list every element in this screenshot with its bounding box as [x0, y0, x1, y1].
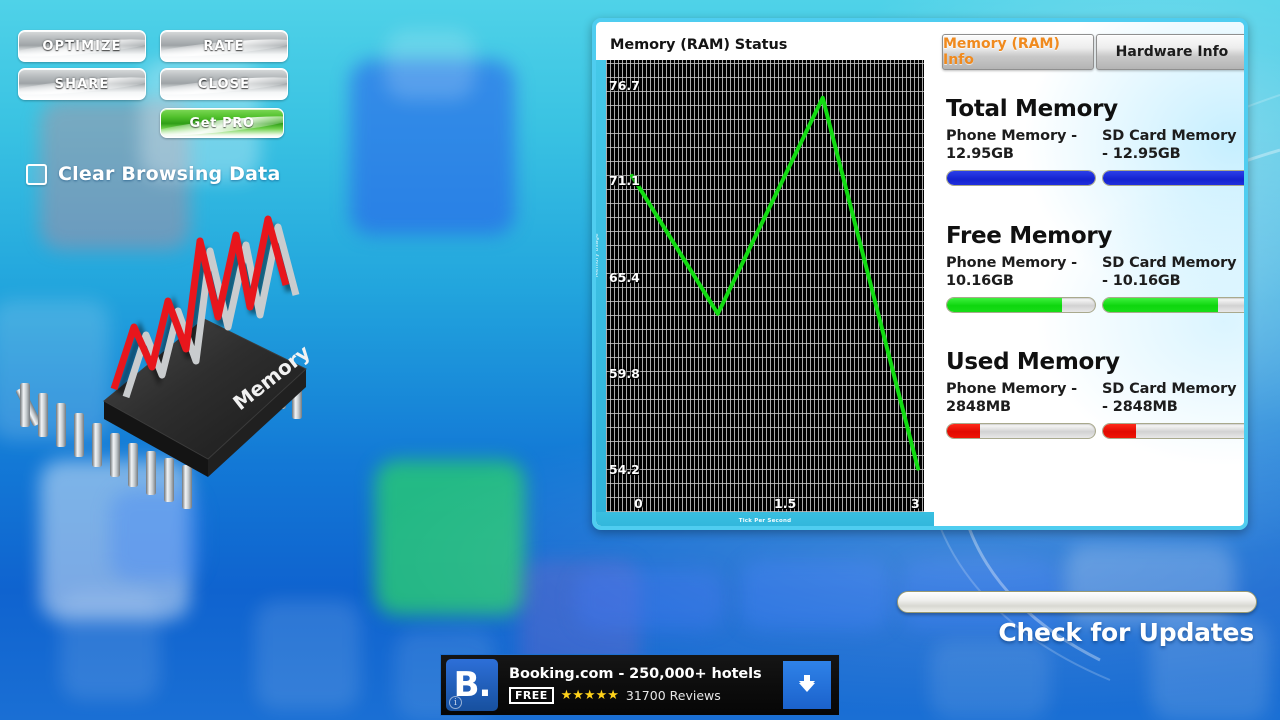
phone-memory-value: 12.95GB	[946, 145, 1014, 162]
booking-app-icon: B. i	[446, 659, 498, 711]
tab-memory-ram-info-label: Memory (RAM) Info	[943, 36, 1060, 68]
sd-card-memory-bar	[1102, 297, 1244, 314]
chart-line-series	[630, 95, 920, 471]
optimize-button-label: OPTIMIZE	[42, 38, 122, 54]
chart-x-tick: 3	[911, 496, 920, 511]
close-button-label: CLOSE	[197, 76, 251, 92]
ad-free-badge: FREE	[509, 687, 554, 704]
clear-browsing-data-row[interactable]: Clear Browsing Data	[26, 163, 280, 185]
phone-memory-value: 2848MB	[946, 398, 1011, 415]
chart-plot-area[interactable]: 76.7 71.1 65.4 59.8 54.2 0 1.5 3	[606, 60, 924, 512]
phone-memory-column: Phone Memory - 2848MB	[946, 381, 1096, 440]
section-total-memory: Total Memory Phone Memory - 12.95GB SD C…	[946, 96, 1244, 187]
section-used-memory: Used Memory Phone Memory - 2848MB SD Car…	[946, 349, 1244, 440]
sd-card-memory-value: - 2848MB	[1102, 398, 1178, 415]
ad-title: Booking.com - 250,000+ hotels	[509, 666, 762, 682]
memory-status-card: Memory (RAM) Status Memory Usage 76.7 71…	[592, 18, 1248, 530]
phone-memory-bar	[946, 170, 1096, 187]
phone-memory-value: 10.16GB	[946, 272, 1014, 289]
phone-memory-bar	[946, 423, 1096, 440]
tab-bar: Memory (RAM) Info Hardware Info	[942, 34, 1244, 70]
clear-browsing-data-label: Clear Browsing Data	[58, 163, 281, 185]
rate-button[interactable]: RATE	[160, 30, 288, 62]
phone-memory-bar-fill	[947, 171, 1095, 186]
download-arrow-icon	[799, 675, 815, 692]
chart-y-axis-label: Memory Usage	[594, 233, 600, 277]
sd-card-memory-column: SD Card Memory - 12.95GB	[1102, 128, 1244, 187]
section-heading: Used Memory	[946, 349, 1120, 375]
ad-body: Booking.com - 250,000+ hotels FREE ★★★★★…	[509, 666, 783, 704]
bg-square	[1065, 545, 1235, 625]
rate-button-label: RATE	[203, 38, 245, 54]
chart-y-tick: 71.1	[609, 173, 640, 188]
ad-download-button[interactable]	[783, 661, 831, 709]
phone-memory-label: Phone Memory -	[946, 255, 1078, 271]
chart-y-tick: 54.2	[609, 462, 640, 477]
sd-card-memory-bar-fill	[1103, 298, 1219, 313]
bg-square	[375, 460, 525, 615]
chart-x-tick: 1.5	[774, 496, 797, 511]
phone-memory-bar	[946, 297, 1096, 314]
sd-card-memory-bar-fill	[1103, 171, 1244, 186]
sd-card-memory-bar	[1102, 170, 1244, 187]
sd-card-memory-column: SD Card Memory - 2848MB	[1102, 381, 1244, 440]
bg-square	[255, 600, 360, 710]
chart-panel: Memory (RAM) Status Memory Usage 76.7 71…	[596, 22, 934, 526]
chart-x-axis-label: Tick Per Second	[738, 518, 792, 524]
sd-card-memory-label: SD Card Memory	[1102, 255, 1237, 271]
ad-review-count: 31700 Reviews	[625, 688, 721, 703]
check-for-updates-progress-bar[interactable]	[897, 591, 1257, 613]
chart-title: Memory (RAM) Status	[610, 37, 788, 53]
share-button-label: SHARE	[54, 76, 110, 92]
phone-memory-label: Phone Memory -	[946, 128, 1078, 144]
memory-chip-illustration: Memory	[8, 215, 338, 515]
tab-hardware-info-label: Hardware Info	[1115, 44, 1229, 60]
sd-card-memory-bar	[1102, 423, 1244, 440]
chart-x-tick: 0	[634, 496, 643, 511]
sd-card-memory-value: - 10.16GB	[1102, 272, 1181, 289]
phone-memory-label: Phone Memory -	[946, 381, 1078, 397]
chart-y-tick: 76.7	[609, 78, 640, 93]
sd-card-memory-column: SD Card Memory - 10.16GB	[1102, 255, 1244, 314]
chart-left-strip	[596, 60, 606, 512]
share-button[interactable]: SHARE	[18, 68, 146, 100]
tab-memory-ram-info[interactable]: Memory (RAM) Info	[942, 34, 1094, 70]
ad-subline: FREE ★★★★★ 31700 Reviews	[509, 687, 783, 704]
optimize-button[interactable]: OPTIMIZE	[18, 30, 146, 62]
section-heading: Free Memory	[946, 223, 1113, 249]
sd-card-memory-label: SD Card Memory	[1102, 128, 1237, 144]
chart-y-tick: 65.4	[609, 270, 640, 285]
phone-memory-bar-fill	[947, 298, 1063, 313]
sd-card-memory-label: SD Card Memory	[1102, 381, 1237, 397]
ad-star-rating: ★★★★★	[560, 688, 619, 703]
ad-info-icon[interactable]: i	[449, 696, 462, 709]
check-for-updates-label[interactable]: Check for Updates	[0, 618, 1254, 647]
bg-square	[930, 640, 1050, 720]
section-heading: Total Memory	[946, 96, 1118, 122]
phone-memory-bar-fill	[947, 424, 980, 439]
clear-browsing-data-checkbox[interactable]	[26, 163, 47, 185]
chart-y-tick: 59.8	[609, 366, 640, 381]
ad-banner[interactable]: B. i Booking.com - 250,000+ hotels FREE …	[440, 654, 840, 716]
bg-square	[385, 30, 475, 100]
tab-hardware-info[interactable]: Hardware Info	[1096, 34, 1244, 70]
sd-card-memory-value: - 12.95GB	[1102, 145, 1181, 162]
phone-memory-column: Phone Memory - 12.95GB	[946, 128, 1096, 187]
section-free-memory: Free Memory Phone Memory - 10.16GB SD Ca…	[946, 223, 1244, 314]
get-pro-button-label: Get PRO	[189, 115, 255, 131]
sd-card-memory-bar-fill	[1103, 424, 1136, 439]
get-pro-button[interactable]: Get PRO	[160, 108, 284, 138]
info-panel: Memory (RAM) Info Hardware Info Total Me…	[934, 22, 1244, 526]
close-button[interactable]: CLOSE	[160, 68, 288, 100]
phone-memory-column: Phone Memory - 10.16GB	[946, 255, 1096, 314]
